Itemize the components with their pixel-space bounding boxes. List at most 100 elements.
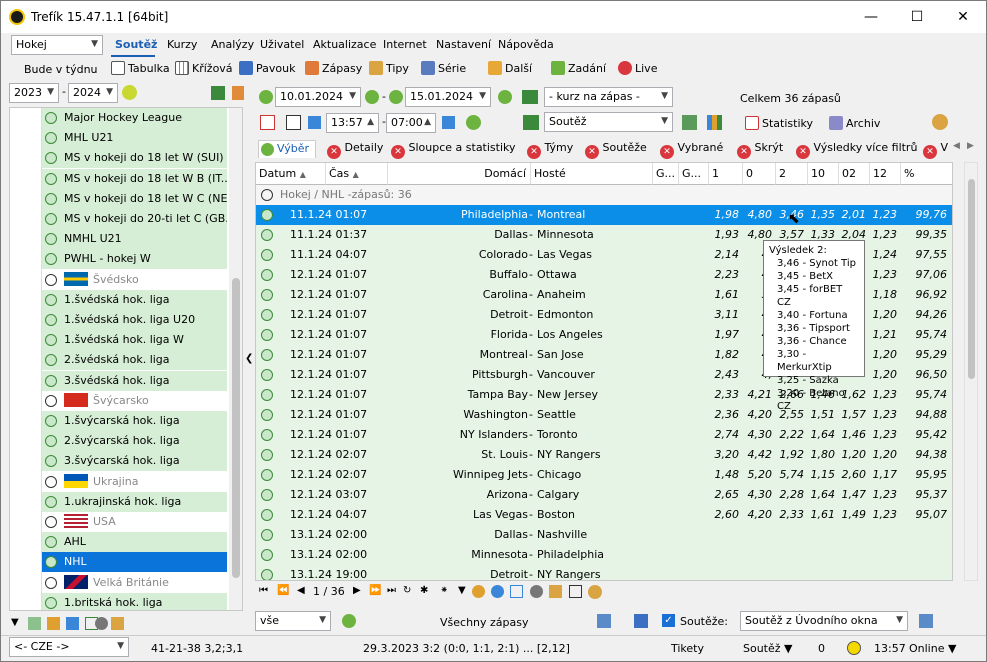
prev-date-icon[interactable] [259,90,273,104]
col-header-domaci[interactable]: Domácí [388,163,531,185]
refresh-icon[interactable]: ↻ [403,585,411,596]
star-icon[interactable]: ✱ [420,585,428,596]
row-detail-icon[interactable] [261,509,273,521]
souteze-checkbox[interactable]: ✓ [662,614,675,627]
checkbox-icon[interactable] [569,585,582,598]
search-icon[interactable] [472,585,485,598]
tree-country-item[interactable]: Ukrajina [42,471,227,492]
live-button[interactable]: Live [618,61,657,75]
filter-tab-vybrane[interactable]: ✕ Vybrané [660,141,723,159]
row-detail-icon[interactable] [261,549,273,561]
col-header-12[interactable]: 12 [870,163,901,185]
table-row[interactable]: 12.1.24 03:07 Arizona - Calgary 2,65 4,30 2,28… [256,485,952,505]
row-detail-icon[interactable] [261,349,273,361]
table-row[interactable]: 13.1.24 02:00 Minnesota - Philadelphia [256,545,952,565]
prev-date-to-icon[interactable] [389,90,403,104]
table-row[interactable]: 12.1.24 01:07 NY Islanders - Toronto 2,74 4,3… [256,425,952,445]
time-from-input[interactable]: 13:57 ▲ [326,113,379,133]
tree-league-item[interactable]: 2.švédská hok. liga [42,350,227,371]
tree-league-item[interactable]: Major Hockey League [42,108,227,128]
tree-league-item[interactable]: 3.švýcarská hok. liga [42,451,227,472]
competition-select[interactable]: Soutěž ▼ [544,112,673,132]
tree-league-item[interactable]: MS v hokeji do 18 let W B (IT... [42,168,227,189]
scroll-tabs-right-icon[interactable]: ▶ [967,141,974,151]
tree-league-item[interactable]: MS v hokeji do 18 let W C (NE... [42,188,227,209]
last-page-icon[interactable]: ⏭ [387,585,396,596]
souteze-source-select[interactable]: Soutěž z Úvodního okna ▼ [740,611,908,631]
col-header-0[interactable]: 0 [743,163,776,185]
filter-tab-more[interactable]: ✕ V [923,141,948,159]
filter-tab-skryt[interactable]: ✕ Skrýt [737,141,783,159]
tree-country-item[interactable]: Švédsko [42,269,227,290]
tree-league-item[interactable]: NMHL U21 [42,229,227,250]
year-to-select[interactable]: 2024 ▼ [68,83,118,103]
next-date-icon[interactable] [365,90,379,104]
date-to-select[interactable]: 15.01.2024 ▼ [405,87,491,107]
filter-tab-vysledky[interactable]: ✕ Výsledky více filtrů [796,141,917,159]
database-icon[interactable] [111,617,124,630]
row-detail-icon[interactable] [261,569,273,580]
maximize-button[interactable]: ☐ [894,1,940,33]
next-page-icon[interactable]: ▶ [353,585,361,596]
export-icon[interactable] [522,90,538,104]
filter-tab-souteze[interactable]: ✕ Soutěže [585,141,647,159]
tree-league-item[interactable]: 1.švýcarská hok. liga [42,411,227,431]
row-detail-icon[interactable] [261,369,273,381]
zadani-button[interactable]: Zadání [551,61,606,75]
serie-button[interactable]: Série [421,61,466,75]
ball-icon[interactable] [122,85,137,100]
table-row[interactable]: 11.1.24 01:07 Philadelphia - Montreal 1,98 4,… [256,205,952,225]
tree-league-item[interactable]: PWHL - hokej W [42,249,227,270]
col-header-cas[interactable]: Čas ▲ [326,163,388,185]
row-detail-icon[interactable] [261,329,273,341]
confirm-icon[interactable] [342,614,356,628]
col-header-pct[interactable]: % [901,163,952,185]
money-icon[interactable] [211,86,225,100]
row-detail-icon[interactable] [261,249,273,261]
tree-league-item[interactable]: 2.švýcarská hok. liga [42,431,227,452]
row-detail-icon[interactable] [261,429,273,441]
menu-nastaveni[interactable]: Nastavení [436,38,491,51]
souteze-status-button[interactable]: Soutěž ▼ [743,642,793,655]
table-row[interactable]: 13.1.24 02:00 Dallas - Nashville [256,525,952,545]
tree-league-item[interactable]: 1.britská hok. liga [42,592,227,610]
row-detail-icon[interactable] [261,469,273,481]
first-icon[interactable] [308,116,321,129]
minimize-button[interactable]: — [848,1,894,33]
row-detail-icon[interactable] [261,229,273,241]
first-page-icon[interactable]: ⏮ [259,585,268,596]
edit-icon[interactable] [47,617,60,630]
krizova-button[interactable]: Křížová [175,61,233,75]
row-detail-icon[interactable] [261,269,273,281]
row-detail-icon[interactable] [261,529,273,541]
pavouk-button[interactable]: Pavouk [239,61,295,75]
tree-league-item[interactable]: NHL [42,552,227,573]
sport-select[interactable]: Hokej ▼ [11,35,103,55]
col-header-hoste[interactable]: Hosté [531,163,653,185]
time-to-input[interactable]: 07:00 ▲ [386,113,436,133]
date-from-select[interactable]: 10.01.2024 ▼ [275,87,361,107]
tree-league-item[interactable]: MHL U21 [42,128,227,149]
clear-icon[interactable]: ⁕ [440,585,448,596]
close-button[interactable]: ✕ [940,1,986,33]
row-detail-icon[interactable] [261,389,273,401]
left-scrollbar[interactable] [229,108,242,610]
globe-icon[interactable] [66,617,79,630]
tree-country-item[interactable]: Velká Británie [42,572,227,593]
tree-country-item[interactable]: USA [42,512,227,532]
table-row[interactable]: 12.1.24 02:07 St. Louis - NY Rangers 3,20 4,4… [256,445,952,465]
calendar-icon[interactable] [260,115,275,130]
menu-aktualizace[interactable]: Aktualizace [313,38,376,51]
tipy-button[interactable]: Tipy [369,61,409,75]
tree-league-item[interactable]: MS v hokeji do 18 let W (SUI) [42,148,227,169]
statistiky-button[interactable]: Statistiky [745,116,813,130]
gear-icon[interactable] [95,617,108,630]
col-header-g1[interactable]: G... [653,163,679,185]
kurz-select[interactable]: - kurz na zápas - ▼ [544,87,673,107]
gear-icon[interactable] [530,585,543,598]
grid-scrollbar-thumb[interactable] [968,179,975,379]
tree-league-item[interactable]: 1.ukrajinská hok. liga [42,491,227,512]
left-scrollbar-thumb[interactable] [232,278,240,578]
coins-icon[interactable] [588,585,602,599]
tree-country-item[interactable]: Švýcarsko [42,390,227,411]
